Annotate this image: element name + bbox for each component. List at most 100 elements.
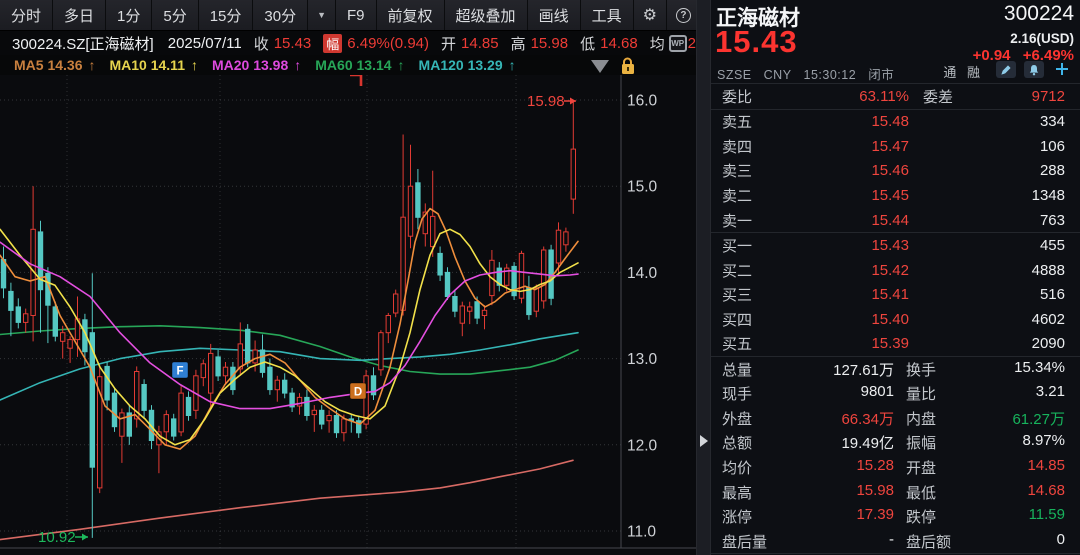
stat-cell: 最高 15.98 — [722, 482, 894, 503]
candle-body — [259, 349, 266, 373]
toolbar-action-3[interactable]: 画线 — [527, 0, 581, 30]
candle-body — [8, 290, 14, 311]
ma-legend-item-1: MA10 14.11 ↑ — [109, 57, 198, 73]
toolbar-tab-5[interactable]: 30分 — [253, 0, 309, 30]
candle-body — [60, 332, 66, 342]
stat-label: 现手 — [722, 386, 753, 404]
toolbar-tab-1[interactable]: 多日 — [53, 0, 107, 30]
info-bar: 300224.SZ[正海磁材] 2025/07/11 收 15.43 幅 6.4… — [0, 31, 696, 55]
stat-cell: 总额 19.49亿 — [722, 432, 894, 453]
toolbar-action-4[interactable]: 工具 — [580, 0, 634, 30]
ask-row-4[interactable]: 卖一 15.44 763 — [711, 208, 1080, 233]
weibi-label: 委比 — [722, 88, 753, 106]
candle-body — [452, 296, 458, 312]
stat-label: 均价 — [722, 459, 753, 477]
bid-volume: 516 — [1039, 286, 1065, 304]
candle-body — [474, 301, 480, 319]
candle-body — [570, 148, 576, 200]
ma-legend-item-0: MA5 14.36 ↑ — [14, 57, 95, 73]
candle-body — [52, 306, 58, 337]
wp-screen-icon[interactable]: WP — [668, 34, 687, 52]
bid-level-label: 买五 — [722, 336, 753, 354]
ask-row-3[interactable]: 卖二 15.45 1348 — [711, 183, 1080, 208]
period-dropdown[interactable]: ▼ — [308, 0, 337, 30]
stats-row-2: 外盘 66.34万 内盘 61.27万 — [711, 406, 1080, 431]
stats-row-6: 涨停 17.39 跌停 11.59 — [711, 504, 1080, 529]
price-alert-button[interactable] — [1024, 61, 1044, 78]
toolbar-action-1[interactable]: 前复权 — [376, 0, 445, 30]
drawing-corner-mark — [350, 75, 363, 86]
ask-row-0[interactable]: 卖五 15.48 334 — [711, 110, 1080, 135]
bid-volume: 4888 — [1031, 261, 1065, 279]
ask-list: 卖五 15.48 334 卖四 15.47 106 卖三 15.46 288 卖二 15.45 134… — [711, 110, 1080, 234]
ma-legend-items: MA5 14.36 ↑ MA10 14.11 ↑ MA20 13.98 ↑ MA60 13.… — [14, 57, 530, 73]
ma-label: MA10 14.11 — [109, 57, 185, 73]
ask-price: 15.47 — [871, 137, 909, 155]
stats-list: 总量 127.61万 换手 15.34% 现手 9801 量比 3.21 外盘 66.34万 内盘 6… — [711, 357, 1080, 555]
toolbar-tab-4[interactable]: 15分 — [198, 0, 254, 30]
lock-icon[interactable] — [619, 57, 636, 75]
toolbar-action-0[interactable]: F9 — [336, 0, 377, 30]
help-button[interactable]: ? — [666, 0, 696, 30]
candle-body — [208, 352, 214, 394]
add-watchlist-button[interactable] — [1052, 59, 1072, 79]
stat-cell: 最低 14.68 — [906, 482, 1065, 503]
weibi-row: 委比 63.11% 委差 9712 — [711, 84, 1080, 109]
open-value: 14.85 — [461, 34, 499, 52]
currency-label: CNY — [763, 68, 792, 82]
ask-level-label: 卖五 — [722, 114, 753, 132]
candle-body — [385, 315, 392, 334]
bid-row-2[interactable]: 买三 15.41 516 — [711, 282, 1080, 307]
stat-cell: 量比 3.21 — [906, 383, 1065, 404]
ma-legend-item-4: MA120 13.29 ↑ — [419, 57, 516, 73]
candle-body — [333, 415, 340, 434]
candle-body — [563, 231, 569, 246]
settings-button[interactable]: ⚙ — [633, 0, 667, 30]
ma-legend-item-2: MA20 13.98 ↑ — [212, 57, 301, 73]
high-value: 15.98 — [530, 34, 569, 52]
bid-row-3[interactable]: 买四 15.40 4602 — [711, 307, 1080, 332]
app-window: 分时多日1分5分15分30分▼F9前复权超级叠加画线工具⚙?› 300224.S… — [0, 0, 1080, 555]
bid-row-1[interactable]: 买二 15.42 4888 — [711, 258, 1080, 283]
up-arrow-icon: ↑ — [397, 57, 405, 73]
candle-body — [200, 363, 207, 379]
candle-body — [185, 396, 192, 416]
stat-value: 3.21 — [1035, 383, 1065, 401]
candle-body — [15, 306, 22, 323]
ask-row-2[interactable]: 卖三 15.46 288 — [711, 159, 1080, 184]
ask-row-1[interactable]: 卖四 15.47 106 — [711, 134, 1080, 159]
bid-row-0[interactable]: 买一 15.43 455 — [711, 233, 1080, 258]
bid-volume: 2090 — [1031, 335, 1065, 353]
stat-cell: 现手 9801 — [722, 383, 894, 404]
candle-body — [230, 366, 236, 391]
up-arrow-icon: ↑ — [508, 57, 516, 73]
toolbar-tab-3[interactable]: 5分 — [152, 0, 199, 30]
edit-note-button[interactable] — [996, 61, 1016, 78]
chart-collapse-icon[interactable] — [591, 59, 609, 73]
candle-body — [215, 356, 221, 377]
price-chart[interactable]: 16.0 15.0 14.0 13.0 12.0 11.0 15.98 10.92 F D — [0, 75, 696, 555]
tag-rong: 融 — [966, 65, 980, 80]
price-annotation: 15.98 — [527, 93, 565, 110]
bid-level-label: 买四 — [722, 311, 753, 329]
toolbar: 分时多日1分5分15分30分▼F9前复权超级叠加画线工具⚙?› — [0, 0, 696, 31]
candlestick-chart-svg[interactable]: 16.0 15.0 14.0 13.0 12.0 11.0 15.98 10.92 F D — [0, 75, 696, 555]
toolbar-tab-0[interactable]: 分时 — [0, 0, 54, 30]
stat-cell: 换手 15.34% — [906, 359, 1065, 380]
panel-expand-arrow-icon[interactable] — [700, 435, 708, 447]
candle-body — [67, 339, 73, 349]
candle-body — [444, 271, 451, 297]
date-label: 2025/07/11 — [167, 34, 242, 52]
stat-value: 66.34万 — [841, 410, 894, 428]
stats-row-3: 总额 19.49亿 振幅 8.97% — [711, 431, 1080, 456]
amplitude-badge: 幅 — [323, 33, 343, 53]
stat-label: 总量 — [722, 361, 753, 379]
toolbar-action-2[interactable]: 超级叠加 — [444, 0, 528, 30]
weibi-value: 63.11% — [859, 87, 909, 105]
bid-row-4[interactable]: 买五 15.39 2090 — [711, 331, 1080, 356]
toolbar-tab-2[interactable]: 1分 — [106, 0, 153, 30]
chevron-down-icon: ▼ — [317, 10, 327, 20]
y-axis-tick: 16.0 — [627, 93, 658, 110]
pane-splitter[interactable] — [696, 0, 711, 555]
symbol-label: 300224.SZ[正海磁材] — [12, 35, 154, 53]
